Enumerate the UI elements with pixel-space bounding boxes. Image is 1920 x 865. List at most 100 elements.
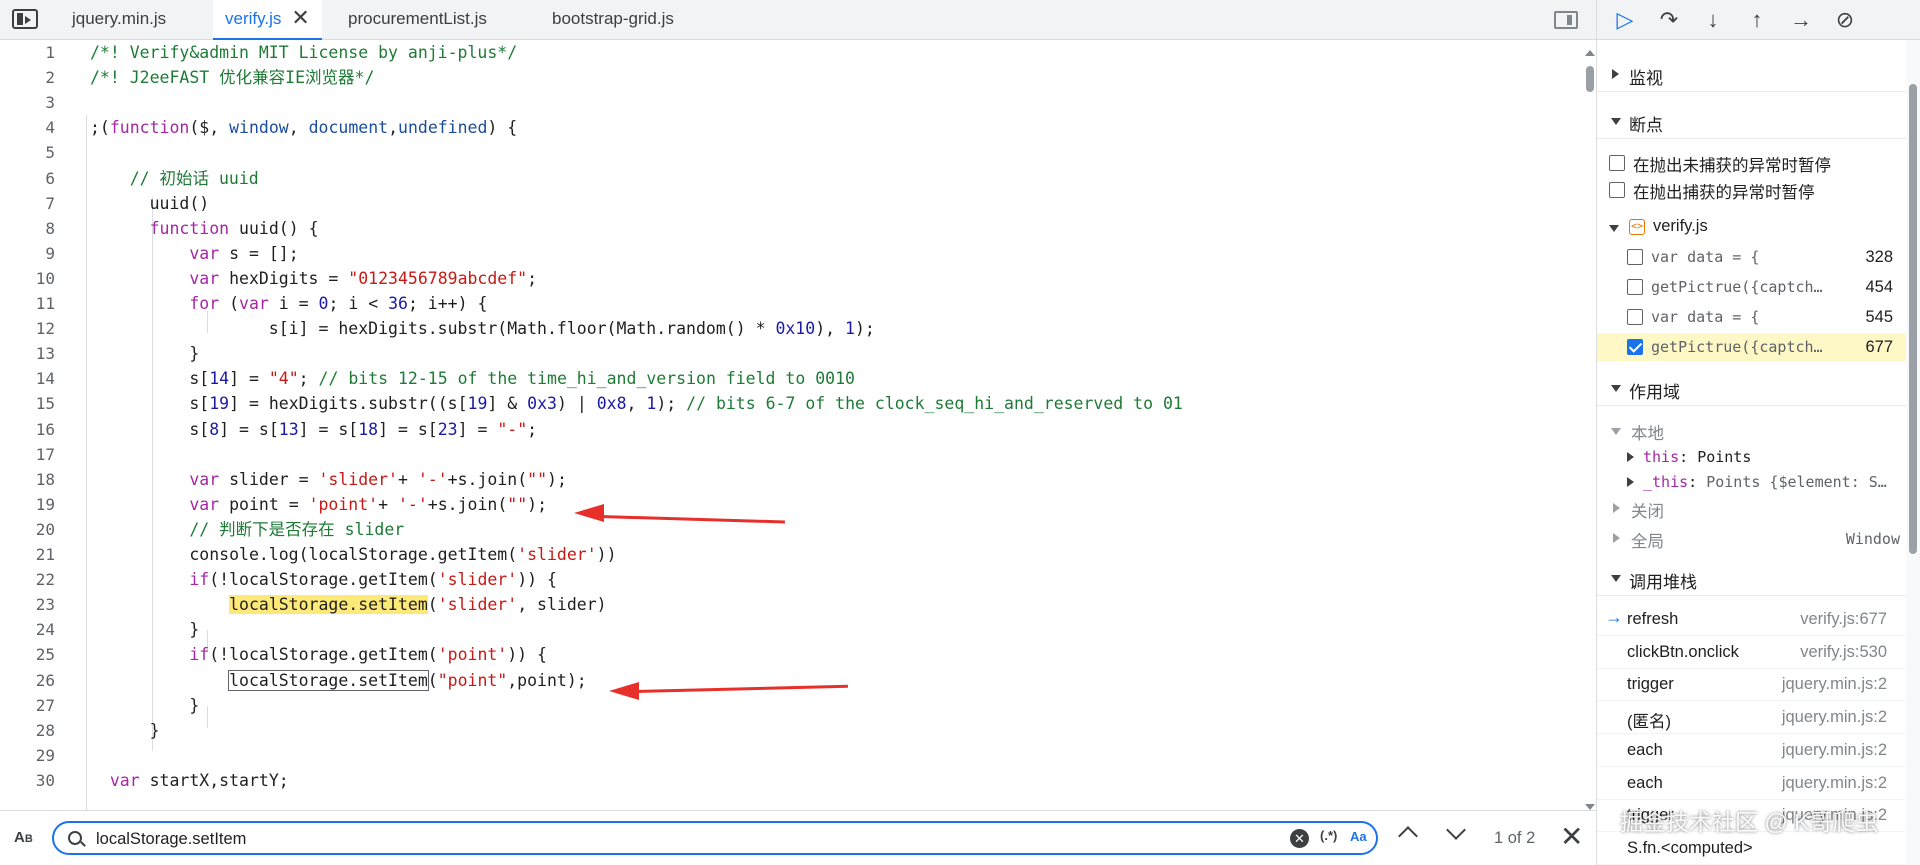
line-number[interactable]: 11 <box>0 291 55 316</box>
frame-location[interactable]: jquery.min.js:2 <box>1782 675 1887 694</box>
tab-jquery-min-js[interactable]: jquery.min.js <box>60 0 178 40</box>
line-number[interactable]: 4 <box>0 115 55 140</box>
close-tab-icon[interactable]: ✕ <box>291 0 309 36</box>
step-out-icon[interactable]: ↑ <box>1743 6 1771 34</box>
line-number[interactable]: 12 <box>0 316 55 341</box>
search-input[interactable] <box>96 826 1276 852</box>
line-number[interactable]: 14 <box>0 366 55 391</box>
breakpoint-item[interactable]: getPictrue({captch… 454 <box>1597 273 1907 301</box>
collapse-icon[interactable] <box>1611 428 1621 435</box>
frame-location[interactable]: verify.js:530 <box>1800 643 1887 662</box>
pause-caught-label: 在抛出捕获的异常时暂停 <box>1633 184 1815 202</box>
line-number[interactable]: 26 <box>0 668 55 693</box>
tab-procurementlist-js[interactable]: procurementList.js <box>336 0 499 40</box>
code-text: s[14] = "4"; // bits 12-15 of the time_h… <box>90 369 855 389</box>
line-number[interactable]: 10 <box>0 266 55 291</box>
current-frame-arrow-icon: → <box>1605 607 1623 627</box>
line-number[interactable]: 20 <box>0 517 55 542</box>
frame-location[interactable]: jquery.min.js:2 <box>1782 741 1887 760</box>
expand-icon[interactable] <box>1627 477 1634 487</box>
search-box[interactable]: ✕ (.*) Aa <box>52 821 1378 855</box>
line-number[interactable]: 3 <box>0 90 55 115</box>
line-number[interactable]: 2 <box>0 65 55 90</box>
line-number[interactable]: 28 <box>0 718 55 743</box>
step-over-icon[interactable]: ↷ <box>1655 6 1683 34</box>
expand-icon[interactable] <box>1627 452 1634 462</box>
tab-bootstrap-grid-js[interactable]: bootstrap-grid.js <box>540 0 686 40</box>
line-number[interactable]: 19 <box>0 492 55 517</box>
line-number[interactable]: 23 <box>0 592 55 617</box>
collapse-icon[interactable] <box>1609 225 1619 232</box>
tab-label: verify.js <box>225 9 282 28</box>
scroll-thumb[interactable] <box>1586 66 1594 92</box>
frame-location[interactable]: jquery.min.js:2 <box>1782 708 1887 727</box>
breakpoint-checkbox[interactable] <box>1627 309 1643 325</box>
clear-search-icon[interactable]: ✕ <box>1290 829 1309 848</box>
breakpoints-label: 断点 <box>1629 116 1663 135</box>
line-number[interactable]: 25 <box>0 642 55 667</box>
expand-icon[interactable] <box>1613 533 1620 543</box>
pause-uncaught-checkbox[interactable] <box>1609 155 1625 171</box>
breakpoint-code: getPictrue({captch… <box>1651 338 1823 356</box>
close-search-icon[interactable]: ✕ <box>1560 823 1583 851</box>
call-frame[interactable]: → refresh verify.js:677 <box>1597 603 1907 636</box>
line-number[interactable]: 27 <box>0 693 55 718</box>
line-number[interactable]: 21 <box>0 542 55 567</box>
line-number[interactable]: 16 <box>0 417 55 442</box>
breakpoints-section-header[interactable]: 断点 <box>1597 103 1907 139</box>
breakpoint-item[interactable]: var data = {328 <box>1597 243 1907 271</box>
match-case-button[interactable]: Aa <box>1350 829 1367 844</box>
code-text: s[19] = hexDigits.substr((s[19] & 0x3) |… <box>90 394 1183 414</box>
line-number[interactable]: 30 <box>0 768 55 793</box>
line-number[interactable]: 15 <box>0 391 55 416</box>
line-number[interactable]: 24 <box>0 617 55 642</box>
previous-match-icon[interactable] <box>1398 826 1418 846</box>
navigator-toggle-icon[interactable] <box>12 9 38 29</box>
tab-verify-js[interactable]: verify.js ✕ <box>213 0 322 40</box>
call-frame[interactable]: clickBtn.onclick verify.js:530 <box>1597 636 1907 669</box>
scroll-up-icon[interactable] <box>1585 50 1595 56</box>
breakpoint-item[interactable]: getPictrue({captch… 677 <box>1597 333 1907 361</box>
line-number[interactable]: 6 <box>0 166 55 191</box>
frame-location[interactable]: jquery.min.js:2 <box>1782 774 1887 793</box>
line-number[interactable]: 5 <box>0 140 55 165</box>
line-number[interactable]: 22 <box>0 567 55 592</box>
code-text: uuid() <box>90 193 210 213</box>
debugger-scrollbar[interactable] <box>1906 40 1920 865</box>
call-frame[interactable]: each jquery.min.js:2 <box>1597 767 1907 800</box>
line-number[interactable]: 29 <box>0 743 55 768</box>
breakpoint-checkbox[interactable] <box>1627 249 1643 265</box>
deactivate-breakpoints-icon[interactable]: ⊘ <box>1831 6 1859 34</box>
scope-section-header[interactable]: 作用域 <box>1597 370 1907 406</box>
expand-icon[interactable] <box>1613 503 1620 513</box>
resume-icon[interactable]: ▷ <box>1611 6 1639 34</box>
pause-caught-checkbox[interactable] <box>1609 182 1625 198</box>
line-number[interactable]: 1 <box>0 40 55 65</box>
call-frame[interactable]: (匿名) jquery.min.js:2 <box>1597 701 1907 735</box>
watch-section-header[interactable]: 监视 <box>1597 56 1907 92</box>
breakpoint-item[interactable]: var data = {545 <box>1597 303 1907 331</box>
line-number[interactable]: 18 <box>0 467 55 492</box>
breakpoint-checkbox[interactable] <box>1627 279 1643 295</box>
line-number[interactable]: 8 <box>0 216 55 241</box>
match-case-toggle-icon[interactable]: AB <box>14 829 33 846</box>
editor-scrollbar[interactable] <box>1584 50 1596 810</box>
toggle-debugger-icon[interactable] <box>1554 11 1578 29</box>
step-into-icon[interactable]: ↓ <box>1699 6 1727 34</box>
code-line: 5 <box>0 140 1584 165</box>
line-number[interactable]: 7 <box>0 191 55 216</box>
regex-toggle-button[interactable]: (.*) <box>1320 828 1337 843</box>
code-line: 24 } <box>0 617 1584 642</box>
next-match-icon[interactable] <box>1446 820 1466 840</box>
line-number[interactable]: 9 <box>0 241 55 266</box>
call-frame[interactable]: trigger jquery.min.js:2 <box>1597 668 1907 702</box>
callstack-section-header[interactable]: 调用堆栈 <box>1597 560 1907 596</box>
frame-location[interactable]: verify.js:677 <box>1800 610 1887 629</box>
step-icon[interactable]: → <box>1787 6 1815 34</box>
line-number[interactable]: 17 <box>0 442 55 467</box>
call-frame[interactable]: each jquery.min.js:2 <box>1597 734 1907 767</box>
line-number[interactable]: 13 <box>0 341 55 366</box>
code-editor[interactable]: 1 /*! Verify&admin MIT License by anji-pl… <box>0 40 1584 810</box>
breakpoint-checkbox[interactable] <box>1627 339 1643 355</box>
scroll-thumb[interactable] <box>1909 84 1917 554</box>
